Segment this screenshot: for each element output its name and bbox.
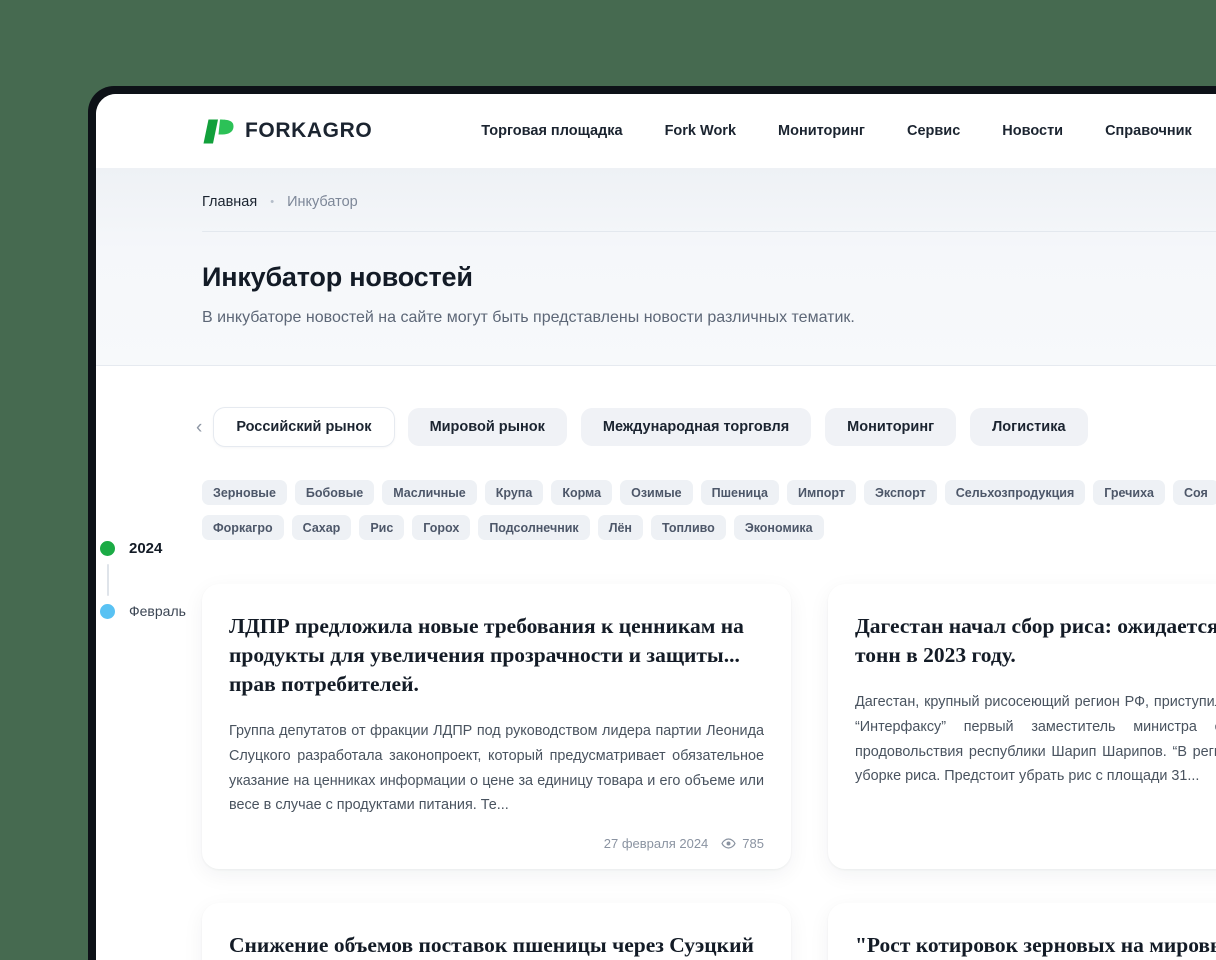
logo-text: FORKAGRO xyxy=(245,119,373,142)
eye-icon xyxy=(721,838,736,849)
tag-chip[interactable]: Зерновые xyxy=(202,480,287,505)
news-card[interactable]: "Рост котировок зерновых на мировых бирж… xyxy=(828,903,1216,960)
breadcrumb-current: Инкубатор xyxy=(287,194,358,210)
nav-item-directory[interactable]: Справочник xyxy=(1105,123,1192,139)
timeline-month-label: Февраль xyxy=(129,603,186,619)
nav-item-marketplace[interactable]: Торговая площадка xyxy=(481,123,622,139)
category-pill-row[interactable]: ‹ Российский рынок Мировой рынок Междуна… xyxy=(96,408,1216,446)
news-card-title: ЛДПР предложила новые требования к ценни… xyxy=(229,614,744,697)
tag-chip[interactable]: Горох xyxy=(412,515,471,540)
tag-row-1: Зерновые Бобовые Масличные Крупа Корма О… xyxy=(96,480,1216,505)
category-pill-international-trade[interactable]: Международная торговля xyxy=(580,408,812,446)
forkagro-leaf-logo-icon xyxy=(203,119,234,143)
breadcrumb: Главная • Инкубатор xyxy=(202,194,1216,210)
tag-chip[interactable]: Сахар xyxy=(291,515,352,540)
news-card-footer: 27 февраля 2024 785 xyxy=(229,836,764,851)
category-pill-logistics[interactable]: Логистика xyxy=(970,408,1088,446)
news-card-body: Группа депутатов от фракции ЛДПР под рук… xyxy=(229,723,764,814)
news-card-views-count: 785 xyxy=(742,836,764,852)
timeline-month-item[interactable]: Февраль xyxy=(100,603,220,619)
page-title: Инкубатор новостей xyxy=(202,262,473,292)
tag-chip[interactable]: Импорт xyxy=(786,480,856,505)
news-card-body: Дагестан, крупный рисосеющий регион РФ, … xyxy=(855,694,1216,785)
chevron-left-icon[interactable]: ‹ xyxy=(196,418,202,437)
tag-row-2: Форкагро Сахар Рис Горох Подсолнечник Лё… xyxy=(96,515,1216,540)
tag-chip[interactable]: Масличные xyxy=(382,480,477,505)
breadcrumb-separator-icon: • xyxy=(270,196,275,208)
device-frame: FORKAGRO Торговая площадка Fork Work Мон… xyxy=(88,86,1216,960)
timeline-year-label: 2024 xyxy=(129,540,163,557)
tag-chip[interactable]: Лён xyxy=(597,515,643,540)
tag-chip[interactable]: Сельхозпродукция xyxy=(944,480,1086,505)
tag-chip[interactable]: Рис xyxy=(359,515,405,540)
tag-chip[interactable]: Соя xyxy=(1173,480,1216,505)
timeline-year-item[interactable]: 2024 xyxy=(100,540,220,557)
tag-chip[interactable]: Корма xyxy=(551,480,613,505)
category-pill-russian-market[interactable]: Российский рынок xyxy=(214,408,394,446)
filter-section: ‹ Российский рынок Мировой рынок Междуна… xyxy=(96,366,1216,540)
nav-item-service[interactable]: Сервис xyxy=(907,123,960,139)
news-card-grid: ЛДПР предложила новые требования к ценни… xyxy=(96,584,1216,960)
main-navigation: Торговая площадка Fork Work Мониторинг С… xyxy=(481,120,1216,142)
page-hero: Главная • Инкубатор Инкубатор новостей В… xyxy=(96,168,1216,366)
tag-chip[interactable]: Топливо xyxy=(650,515,726,540)
news-card[interactable]: Дагестан начал сбор риса: ожидается урож… xyxy=(828,584,1216,870)
nav-item-monitoring[interactable]: Мониторинг xyxy=(778,123,865,139)
timeline-connector xyxy=(106,564,109,596)
nav-item-fork-work[interactable]: Fork Work xyxy=(665,123,736,139)
tag-chip[interactable]: Подсолнечник xyxy=(478,515,590,540)
news-card[interactable]: Снижение объемов поставок пшеницы через … xyxy=(202,903,791,960)
nav-item-news[interactable]: Новости xyxy=(1002,123,1063,139)
hero-divider xyxy=(202,231,1216,232)
timeline-month-dot-icon xyxy=(100,603,115,619)
timeline-year-dot-icon xyxy=(100,541,115,556)
news-timeline: 2024 Февраль xyxy=(100,540,220,619)
category-pill-monitoring[interactable]: Мониторинг xyxy=(825,408,957,446)
tag-chip[interactable]: Бобовые xyxy=(294,480,375,505)
site-logo[interactable]: FORKAGRO xyxy=(202,118,372,145)
category-pill-world-market[interactable]: Мировой рынок xyxy=(407,408,567,446)
news-card-date: 27 февраля 2024 xyxy=(603,836,709,852)
tag-chip[interactable]: Гречиха xyxy=(1093,480,1165,505)
news-card-title: Снижение объемов поставок пшеницы через … xyxy=(229,933,754,958)
tag-chip[interactable]: Пшеница xyxy=(700,480,779,505)
tag-chip[interactable]: Крупа xyxy=(484,480,544,505)
news-card-title: "Рост котировок зерновых на мировых бирж… xyxy=(855,933,1216,958)
tag-chip[interactable]: Озимые xyxy=(620,480,693,505)
tag-chip[interactable]: Экономика xyxy=(733,515,824,540)
news-card[interactable]: ЛДПР предложила новые требования к ценни… xyxy=(202,584,791,870)
page-subtitle: В инкубаторе новостей на сайте могут быт… xyxy=(202,309,855,326)
breadcrumb-home[interactable]: Главная xyxy=(202,194,257,210)
tag-chip[interactable]: Экспорт xyxy=(864,480,937,505)
news-card-title: Дагестан начал сбор риса: ожидается урож… xyxy=(855,614,1216,668)
tag-chip[interactable]: Форкагро xyxy=(202,515,284,540)
screenshot-stage: FORKAGRO Торговая площадка Fork Work Мон… xyxy=(0,0,1216,960)
site-header: FORKAGRO Торговая площадка Fork Work Мон… xyxy=(96,94,1216,168)
browser-viewport: FORKAGRO Торговая площадка Fork Work Мон… xyxy=(96,94,1216,960)
news-card-views: 785 xyxy=(721,836,764,851)
